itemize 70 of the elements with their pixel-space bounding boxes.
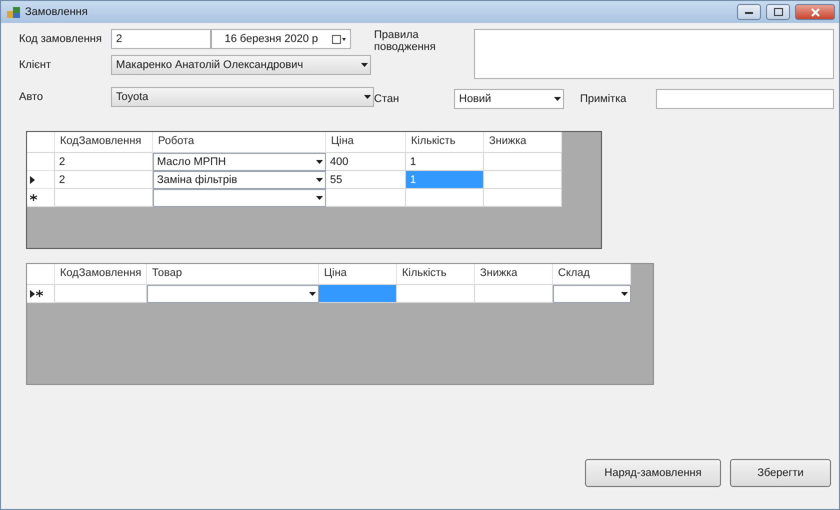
table-cell[interactable]: [406, 189, 484, 207]
dropdown-caret-icon: [316, 196, 323, 200]
column-header[interactable]: Склад: [553, 264, 631, 285]
table-cell[interactable]: 2: [55, 171, 153, 189]
window-title: Замовлення: [25, 6, 89, 18]
combo-cell[interactable]: [147, 285, 319, 303]
dropdown-caret-icon: [361, 63, 368, 67]
field-label: Клієнт: [19, 59, 52, 71]
column-header[interactable]: Кількість: [397, 264, 475, 285]
table-row[interactable]: 2 Заміна фільтрів 55 1: [27, 171, 562, 189]
table-cell[interactable]: [484, 153, 562, 171]
field-label: Правила поводження: [374, 29, 437, 53]
column-header[interactable]: Знижка: [484, 132, 562, 153]
dropdown-caret-icon: [621, 292, 628, 296]
combo-cell[interactable]: [153, 189, 326, 207]
column-header[interactable]: Знижка: [475, 264, 553, 285]
table-cell[interactable]: 1: [406, 153, 484, 171]
header-corner: [27, 264, 55, 285]
table-cell[interactable]: 400: [326, 153, 406, 171]
dropdown-caret-icon: [554, 97, 561, 101]
table-cell[interactable]: [326, 189, 406, 207]
maximize-icon: [774, 8, 782, 16]
combo-cell[interactable]: Заміна фільтрів: [153, 171, 326, 189]
table-cell[interactable]: [319, 285, 397, 303]
date-picker[interactable]: 16 березня 2020 р: [211, 29, 351, 49]
combo-box[interactable]: Toyota: [111, 87, 374, 107]
column-header[interactable]: КодЗамовлення: [55, 132, 153, 153]
column-header[interactable]: Робота: [153, 132, 326, 153]
close-icon: [810, 8, 820, 16]
table-cell[interactable]: 2: [55, 153, 153, 171]
input-field[interactable]: [656, 89, 834, 109]
table-row[interactable]: 2 Масло МРПН 400 1: [27, 153, 562, 171]
column-header[interactable]: Ціна: [326, 132, 406, 153]
combo-box[interactable]: Новий: [454, 89, 564, 109]
field-label: Авто: [19, 91, 44, 103]
action-button[interactable]: Зберегти: [730, 459, 831, 487]
combo-cell[interactable]: Масло МРПН: [153, 153, 326, 171]
close-button[interactable]: [795, 4, 835, 20]
table-cell[interactable]: [484, 189, 562, 207]
app-icon: [7, 6, 20, 18]
table-cell[interactable]: [55, 285, 147, 303]
table-cell[interactable]: [397, 285, 475, 303]
table-cell[interactable]: [475, 285, 553, 303]
table-cell[interactable]: [55, 189, 153, 207]
row-header[interactable]: [27, 285, 55, 303]
column-header[interactable]: КодЗамовлення: [55, 264, 147, 285]
dropdown-caret-icon: [316, 178, 323, 182]
minimize-icon: [745, 10, 753, 14]
table-cell[interactable]: [484, 171, 562, 189]
dropdown-caret-icon: [364, 95, 371, 99]
combo-cell[interactable]: [553, 285, 631, 303]
maximize-button[interactable]: [766, 4, 790, 20]
calendar-icon: [332, 34, 346, 44]
column-header[interactable]: Товар: [147, 264, 319, 285]
text-area[interactable]: [474, 29, 834, 79]
column-header[interactable]: Ціна: [319, 264, 397, 285]
table-cell[interactable]: 55: [326, 171, 406, 189]
field-label: Примітка: [580, 93, 628, 105]
minimize-button[interactable]: [737, 4, 761, 20]
header-corner: [27, 132, 55, 153]
dropdown-caret-icon: [316, 160, 323, 164]
column-header[interactable]: Кількість: [406, 132, 484, 153]
field-label: Код замовлення: [19, 33, 103, 45]
row-header[interactable]: [27, 171, 55, 189]
field-label: Стан: [374, 93, 400, 105]
action-button[interactable]: Наряд-замовлення: [585, 459, 721, 487]
dropdown-caret-icon: [309, 292, 316, 296]
combo-box[interactable]: Макаренко Анатолій Олександрович: [111, 55, 371, 75]
input-field[interactable]: 2: [111, 29, 211, 49]
row-header[interactable]: [27, 189, 55, 207]
